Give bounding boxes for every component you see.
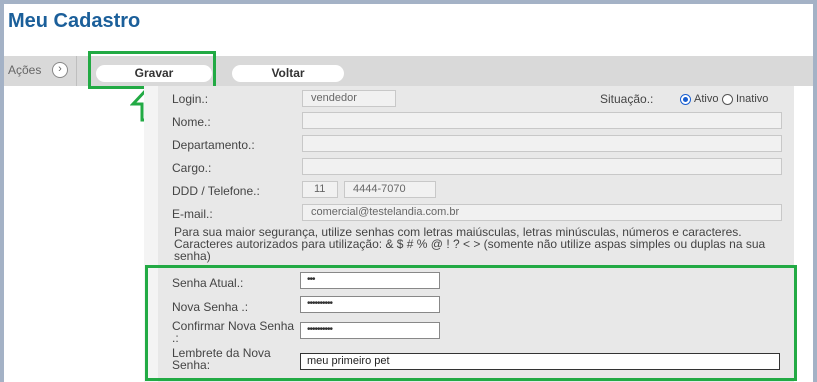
role-field xyxy=(302,158,782,175)
name-label: Nome.: xyxy=(172,115,211,129)
actions-divider xyxy=(76,56,77,86)
phone-ddd-field: 11 xyxy=(302,181,338,198)
actions-expand-icon[interactable]: › xyxy=(52,62,68,78)
status-active-label: Ativo xyxy=(694,93,719,105)
status-label: Situação.: xyxy=(600,92,654,106)
login-field: vendedor xyxy=(302,90,396,107)
password-section-highlight xyxy=(145,265,797,381)
save-button-highlight xyxy=(88,51,216,89)
status-inactive-label: Inativo xyxy=(736,93,769,105)
login-label: Login.: xyxy=(172,92,209,106)
department-field xyxy=(302,135,782,152)
page: Meu Cadastro Ações › Gravar Voltar Login… xyxy=(4,4,813,382)
email-label: E-mail.: xyxy=(172,207,213,221)
department-label: Departamento.: xyxy=(172,138,255,152)
actions-label: Ações xyxy=(8,63,42,77)
back-button[interactable]: Voltar xyxy=(232,65,344,82)
role-label: Cargo.: xyxy=(172,161,212,175)
phone-label: DDD / Telefone.: xyxy=(172,184,260,198)
name-field xyxy=(302,112,782,129)
page-title: Meu Cadastro xyxy=(8,10,141,32)
phone-number-field: 4444-7070 xyxy=(344,181,436,198)
status-inactive-radio[interactable] xyxy=(722,94,733,105)
email-field: comercial@testelandia.com.br xyxy=(302,204,782,221)
status-active-radio[interactable] xyxy=(680,94,691,105)
password-help-text: Para sua maior segurança, utilize senhas… xyxy=(174,225,766,263)
